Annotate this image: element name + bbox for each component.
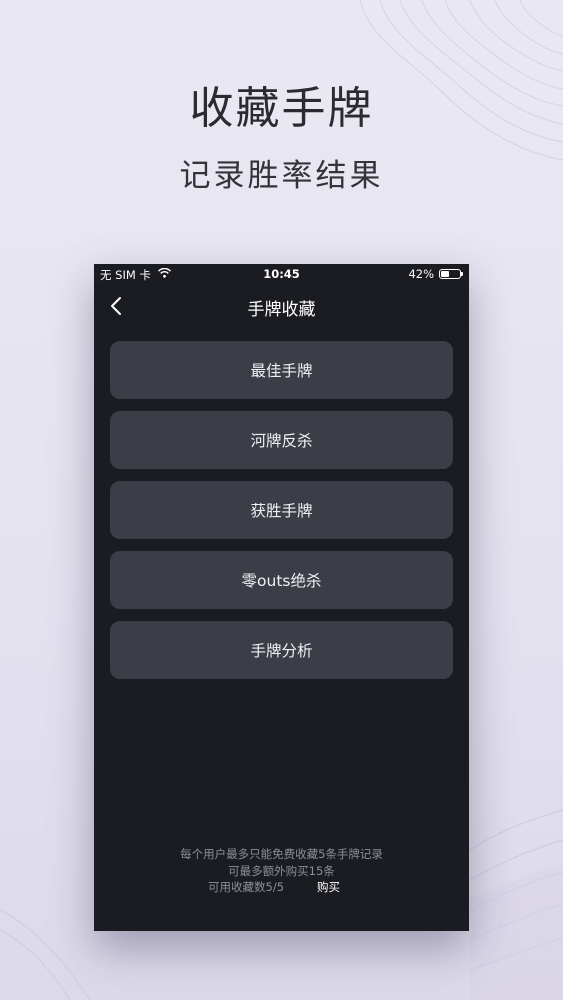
free-limit-note: 每个用户最多只能免费收藏5条手牌记录: [180, 847, 383, 861]
menu-item-label: 手牌分析: [250, 642, 313, 660]
page-title: 手牌收藏: [247, 300, 316, 320]
battery-percent: 42%: [408, 267, 434, 281]
hero-subtitle: 记录胜率结果: [179, 158, 384, 194]
hero-title: 收藏手牌: [189, 83, 374, 134]
purchase-limit-note: 可最多额外购买15条: [228, 863, 335, 878]
river-comeback-button[interactable]: 河牌反杀: [110, 411, 453, 469]
footer: 每个用户最多只能免费收藏5条手牌记录 可最多额外购买15条 可用收藏数5/5 购…: [94, 846, 469, 896]
best-hand-button[interactable]: 最佳手牌: [110, 341, 453, 399]
battery-level: [441, 271, 449, 277]
menu-item-label: 零outs绝杀: [241, 572, 322, 590]
menu-item-label: 最佳手牌: [250, 362, 313, 380]
phone-screen: 无 SIM 卡 10:45 42% 手牌收藏 最佳手牌 河牌反杀 获胜手牌 零o…: [94, 264, 469, 931]
zero-outs-kill-button[interactable]: 零outs绝杀: [110, 551, 453, 609]
quota-label: 可用收藏数5/5: [208, 880, 285, 894]
menu-item-label: 河牌反杀: [250, 432, 313, 450]
buy-button[interactable]: 购买: [317, 879, 340, 895]
hand-analysis-button[interactable]: 手牌分析: [110, 621, 453, 679]
status-bar: 无 SIM 卡 10:45 42%: [94, 264, 469, 284]
navigation-bar: 手牌收藏: [94, 284, 469, 328]
quota-row: 可用收藏数5/5 购买: [94, 879, 469, 896]
winning-hand-button[interactable]: 获胜手牌: [110, 481, 453, 539]
battery-icon: [439, 269, 463, 279]
menu-item-label: 获胜手牌: [250, 502, 313, 520]
